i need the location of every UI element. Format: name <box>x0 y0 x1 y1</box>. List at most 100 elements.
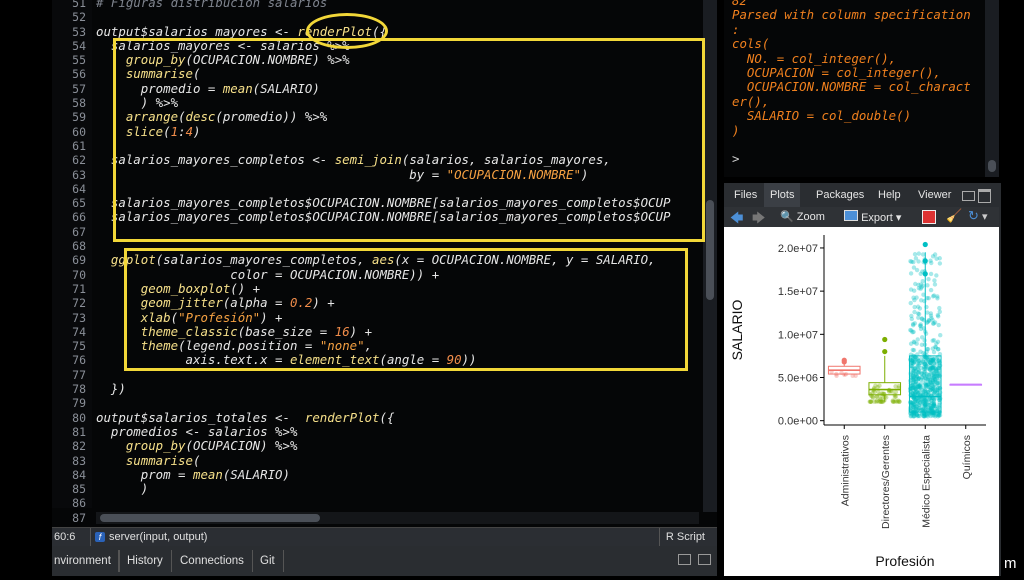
jitter-point <box>916 311 922 317</box>
line-number: 52 <box>72 10 86 25</box>
jitter-point <box>909 259 914 265</box>
line-number: 84 <box>72 467 86 482</box>
tab-help[interactable]: Help <box>872 183 907 207</box>
file-type-menu[interactable]: R Script <box>658 528 705 546</box>
export-label: Export <box>861 212 893 224</box>
line-number: 78 <box>72 382 86 397</box>
jitter-point <box>937 309 943 315</box>
line-number: 73 <box>72 310 86 325</box>
line-number: 66 <box>72 210 86 225</box>
console-pane[interactable]: 82 Parsed with column specification: cols(… <box>724 0 999 177</box>
console-scrollbar[interactable] <box>985 0 999 177</box>
jitter-point <box>930 338 935 343</box>
jitter-point <box>914 295 919 300</box>
line-number-gutter: 51 52 53 54 55 56 57 58 59 60 61 62 63 64 65 66 67 68 69 70… <box>52 0 92 525</box>
image-icon <box>844 210 858 221</box>
zoom-button[interactable]: 🔍 Zoom <box>780 210 825 223</box>
y-tick-label: 1.0e+07 <box>778 329 818 341</box>
tab-plots[interactable]: Plots <box>764 183 801 207</box>
jitter-point <box>932 379 938 385</box>
console-line: SALARIO = col_double() <box>732 108 912 124</box>
line-number: 75 <box>72 339 86 354</box>
jitter-point <box>916 358 922 364</box>
caret-down-icon[interactable]: ▾ <box>982 210 988 223</box>
scroll-thumb[interactable] <box>706 200 714 300</box>
line-number: 53 <box>72 24 86 39</box>
scroll-thumb[interactable] <box>100 514 320 522</box>
jitter-point <box>931 349 937 355</box>
jitter-point <box>931 387 937 392</box>
maximize-pane-icon[interactable] <box>978 189 991 203</box>
code-line[interactable]: output$salarios_totales <- renderPlot({ <box>96 410 699 425</box>
tab-viewer[interactable]: Viewer <box>912 183 957 207</box>
tab-packages[interactable]: Packages <box>810 183 870 207</box>
jitter-point <box>917 306 923 311</box>
jitter-point <box>916 251 922 256</box>
jitter-point <box>912 321 917 326</box>
jitter-point <box>916 383 922 388</box>
code-line[interactable]: prom = mean(SALARIO) <box>96 467 699 482</box>
jitter-point <box>922 338 927 343</box>
line-number: 56 <box>72 67 86 82</box>
minimize-pane-icon[interactable] <box>962 191 975 201</box>
jitter-point <box>936 404 941 410</box>
export-button[interactable]: Export ▾ <box>844 210 901 224</box>
code-line[interactable] <box>96 10 699 24</box>
code-line[interactable] <box>96 396 699 410</box>
tab-history[interactable]: History <box>118 550 172 572</box>
jitter-point <box>932 252 938 257</box>
code-line[interactable]: summarise( <box>96 453 699 468</box>
jitter-point <box>923 358 929 364</box>
right-edge-strip: m <box>1001 0 1024 576</box>
jitter-point <box>870 395 876 400</box>
line-number: 83 <box>72 453 86 468</box>
tab-git[interactable]: Git <box>252 550 284 572</box>
code-line[interactable] <box>96 496 699 508</box>
jitter-point <box>919 316 925 321</box>
line-number: 59 <box>72 110 86 125</box>
line-number: 69 <box>72 253 86 268</box>
remove-plot-icon[interactable] <box>922 210 936 224</box>
maximize-pane-icon[interactable] <box>698 554 711 565</box>
console-line: > <box>732 151 747 167</box>
outlier-point <box>922 241 928 248</box>
x-axis-title: Profesión <box>875 553 934 569</box>
jitter-point <box>914 341 919 346</box>
code-line[interactable]: # Figuras distribucion salarios <box>96 0 699 10</box>
code-line[interactable]: ) <box>96 481 699 496</box>
minimize-pane-icon[interactable] <box>678 554 691 565</box>
line-number: 70 <box>72 267 86 282</box>
editor-vertical-scrollbar[interactable] <box>703 0 717 512</box>
jitter-point <box>913 368 919 374</box>
jitter-point <box>918 271 923 276</box>
code-line[interactable]: }) <box>96 381 699 396</box>
refresh-icon[interactable]: ↻ <box>968 208 979 224</box>
y-tick-label: 5.0e+06 <box>778 373 818 385</box>
line-number: 74 <box>72 324 86 339</box>
function-scope-menu[interactable]: f server(input, output) <box>90 528 207 546</box>
line-number: 68 <box>72 239 86 254</box>
tab-files[interactable]: Files <box>728 183 763 207</box>
y-tick-label: 2.0e+07 <box>778 243 818 255</box>
code-line[interactable]: promedios <- salarios %>% <box>96 424 699 439</box>
tab-environment[interactable]: nvironment <box>46 550 120 572</box>
jitter-point <box>893 384 898 389</box>
jitter-point <box>923 366 928 372</box>
jitter-point <box>936 382 941 388</box>
jitter-point <box>919 396 925 402</box>
code-line[interactable]: group_by(OCUPACION) %>% <box>96 438 699 453</box>
jitter-point <box>908 271 914 276</box>
line-number: 80 <box>72 410 86 425</box>
editor-horizontal-scrollbar[interactable] <box>96 512 699 524</box>
code-line[interactable]: output$salarios_mayores <- renderPlot({ <box>96 24 699 39</box>
line-number: 85 <box>72 482 86 497</box>
console-line: ) <box>732 122 740 138</box>
tab-connections[interactable]: Connections <box>172 550 253 572</box>
scroll-thumb[interactable] <box>988 160 996 172</box>
jitter-point <box>928 271 934 277</box>
broom-icon[interactable]: 🧹 <box>946 208 962 224</box>
jitter-point <box>932 278 937 283</box>
console-line: OCUPACION = col_integer(), <box>732 64 941 80</box>
jitter-point <box>932 373 937 378</box>
